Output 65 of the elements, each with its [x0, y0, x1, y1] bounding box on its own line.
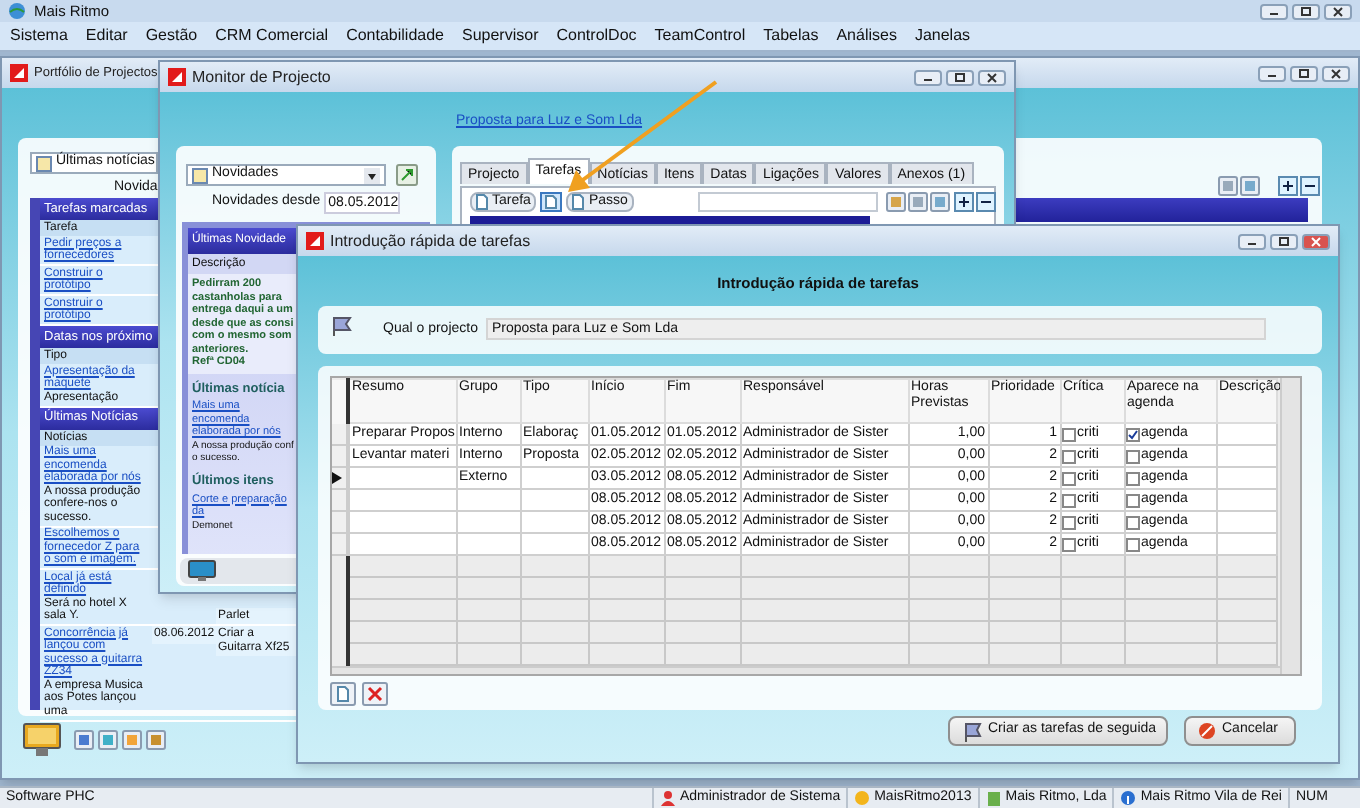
scrollbar[interactable] [1280, 378, 1300, 674]
add-button[interactable] [1278, 176, 1298, 196]
checkbox[interactable] [1061, 471, 1075, 485]
menu-item[interactable]: Tabelas [763, 24, 819, 48]
menu-item[interactable]: Editar [85, 24, 128, 48]
row-header[interactable] [332, 467, 348, 489]
close-button[interactable] [1322, 65, 1350, 81]
checkbox[interactable] [1125, 449, 1139, 463]
document-icon [192, 167, 208, 183]
checkbox[interactable] [1125, 537, 1139, 551]
link-button[interactable] [396, 164, 418, 186]
copy-button[interactable] [540, 192, 563, 212]
document-icon [36, 155, 52, 171]
caret-icon [364, 167, 380, 183]
checkbox[interactable] [1061, 449, 1075, 463]
app-icon [8, 2, 26, 20]
minimize-button[interactable] [914, 69, 942, 85]
checkbox[interactable] [1061, 427, 1075, 441]
menu-item[interactable]: Supervisor [462, 24, 539, 48]
flag-icon [330, 316, 352, 336]
app-logo-icon [306, 232, 324, 250]
menu-item[interactable]: Sistema [10, 24, 68, 48]
info-icon [1120, 790, 1137, 806]
maximize-button[interactable] [1270, 233, 1298, 249]
monitor-icon[interactable] [188, 560, 216, 582]
minimize-button[interactable] [1238, 233, 1266, 249]
maximize-button[interactable] [946, 69, 974, 85]
cancel-icon [1198, 722, 1216, 740]
person-icon [659, 790, 676, 806]
menu-item[interactable]: CRM Comercial [215, 24, 329, 48]
new-row-button[interactable] [330, 682, 356, 706]
checkbox[interactable] [1061, 537, 1075, 551]
menu-item[interactable]: Análises [836, 24, 897, 48]
app-logo-icon [10, 64, 28, 82]
current-row-icon [332, 472, 342, 484]
page-icon [476, 194, 488, 210]
maximize-button[interactable] [1290, 65, 1318, 81]
checkbox[interactable] [1061, 515, 1075, 529]
remove-button[interactable] [1300, 176, 1320, 196]
remove-button[interactable] [976, 192, 996, 212]
monitor-icon[interactable] [22, 722, 62, 758]
minimize-button[interactable] [1258, 65, 1286, 81]
delete-row-button[interactable] [362, 682, 388, 706]
close-button[interactable] [978, 69, 1006, 85]
menu-item[interactable]: Contabilidade [346, 24, 444, 48]
checkbox[interactable] [1125, 471, 1139, 485]
window-title: Monitor de Projecto [192, 65, 331, 89]
close-button[interactable] [1324, 3, 1352, 19]
checkbox[interactable] [1061, 493, 1075, 507]
page-icon [572, 194, 585, 210]
menu-item[interactable]: Gestão [145, 24, 198, 48]
window-title: Introdução rápida de tarefas [330, 229, 531, 253]
menu-item[interactable]: Janelas [914, 24, 971, 48]
checkbox[interactable] [1125, 427, 1139, 441]
flag-icon [962, 721, 982, 741]
checkbox[interactable] [1125, 515, 1139, 529]
menu-item[interactable]: TeamControl [654, 24, 746, 48]
input-field[interactable] [698, 192, 878, 212]
checkbox[interactable] [1125, 493, 1139, 507]
scrollbar[interactable] [332, 666, 1280, 674]
menu-item[interactable]: ControlDoc [556, 24, 637, 48]
minimize-button[interactable] [1260, 3, 1288, 19]
add-button[interactable] [954, 192, 974, 212]
app-logo-icon [168, 68, 186, 86]
maximize-button[interactable] [1292, 3, 1320, 19]
